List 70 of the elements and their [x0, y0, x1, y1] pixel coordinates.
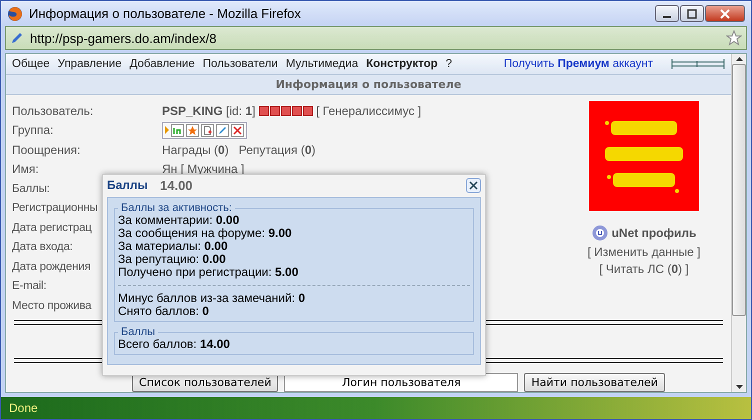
maximize-icon: [687, 8, 697, 18]
points-line: За репутацию: 0.00: [118, 253, 227, 266]
minimize-button[interactable]: [655, 5, 679, 22]
field-label: Дата регистрац: [12, 222, 92, 234]
pencil-icon[interactable]: [216, 124, 229, 137]
url-text: http://psp-gamers.do.am/index/8: [30, 30, 216, 46]
field-label: Имя:: [12, 162, 40, 176]
close-button[interactable]: [705, 5, 745, 22]
document-icon[interactable]: [201, 124, 214, 137]
scrollbar[interactable]: [731, 54, 746, 392]
rank-square-icon: [258, 106, 269, 116]
width-toggle-icon[interactable]: [671, 58, 725, 70]
chart-icon[interactable]: [171, 124, 184, 137]
field-label: Поощрения:: [12, 142, 82, 157]
unet-profile-link[interactable]: uNet профиль: [612, 226, 696, 240]
unet-logo-icon: [592, 224, 608, 241]
username: PSP_KING: [162, 104, 223, 118]
awards-link[interactable]: Награды (0): [162, 142, 229, 157]
menu-item[interactable]: Пользователи: [202, 58, 278, 70]
rank-square-icon: [280, 106, 291, 116]
points-line: Всего баллов: 14.00: [118, 338, 231, 351]
rank-square-icon: [302, 106, 313, 116]
points-line: Получено при регистрации: 5.00: [118, 266, 300, 279]
points-line: За комментарии: 0.00: [118, 214, 240, 227]
points-line: За материалы: 0.00: [118, 240, 228, 253]
menu-item[interactable]: ?: [446, 58, 452, 70]
popup-title: Баллы: [107, 178, 149, 192]
rank-square-icon: [270, 106, 280, 116]
delete-icon[interactable]: [231, 124, 244, 137]
rank-square-icon: [292, 106, 302, 116]
field-label: Место прожива: [12, 300, 92, 312]
menu-item[interactable]: Общее: [12, 58, 50, 70]
menu-item[interactable]: Конструктор: [366, 58, 438, 70]
read-messages-link[interactable]: [ Читать ЛС (0) ]: [599, 260, 689, 278]
maximize-button[interactable]: [680, 5, 704, 22]
address-bar[interactable]: http://psp-gamers.do.am/index/8: [5, 26, 747, 50]
field-label: Регистрационны: [12, 202, 98, 214]
points-line: Снято баллов: 0: [118, 305, 210, 318]
minimize-icon: [663, 16, 671, 18]
user-id: [id: 1]: [226, 104, 256, 118]
points-line: За сообщения на форуме: 9.00: [118, 227, 293, 240]
edit-data-link[interactable]: [ Изменить данные ]: [587, 244, 701, 261]
close-button[interactable]: [466, 178, 481, 192]
field-label: Дата рождения: [12, 260, 91, 273]
browser-logo-icon: [7, 6, 23, 22]
field-label: Дата входа:: [12, 241, 73, 254]
window-title: Информация о пользователе - Mozilla Firefox: [29, 6, 301, 21]
reputation-link[interactable]: Репутация (0): [238, 142, 316, 157]
menu-item[interactable]: Управление: [58, 58, 122, 70]
field-label: Пользователь:: [12, 104, 94, 118]
field-label: Группа:: [12, 123, 54, 138]
menu-item[interactable]: Добавление: [130, 58, 195, 70]
close-icon: [720, 8, 730, 18]
rank-title: [ Генералиссимус ]: [316, 104, 422, 118]
field-label: Баллы:: [12, 182, 50, 195]
premium-link[interactable]: Получить Премиум аккаунт: [504, 58, 653, 70]
pencil-icon: [10, 31, 24, 45]
star-icon[interactable]: [186, 124, 199, 137]
bookmark-star-icon[interactable]: [726, 30, 742, 46]
popup-total: 14.00: [160, 178, 193, 192]
close-icon: [469, 180, 478, 190]
points-line: Минус баллов из-за замечаний: 0: [118, 292, 306, 305]
group-legend: Баллы за активность:: [118, 202, 235, 214]
find-users-button[interactable]: Найти пользователей: [524, 373, 665, 392]
status-text: Done: [9, 401, 38, 415]
group-legend: Баллы: [118, 326, 158, 338]
section-header: Информация о пользователе: [6, 74, 731, 95]
triangle-icon: [165, 126, 169, 134]
menu-item[interactable]: Мультимедиа: [286, 58, 358, 70]
field-label: E-mail:: [12, 280, 46, 292]
